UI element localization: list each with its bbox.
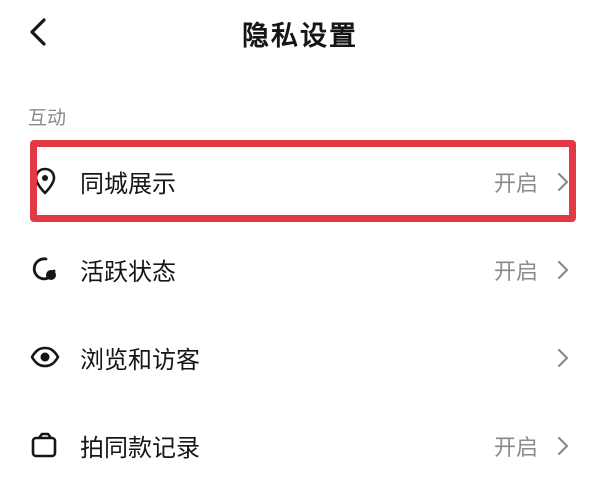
row-label: 活跃状态 <box>80 258 176 286</box>
row-browse-and-visitors[interactable]: 浏览和访客 <box>0 318 600 396</box>
row-label: 浏览和访客 <box>80 346 200 374</box>
row-active-status[interactable]: 活跃状态 开启 <box>0 230 600 308</box>
row-local-display[interactable]: 同城展示 开启 <box>0 142 600 220</box>
row-value: 开启 <box>493 436 538 461</box>
chevron-right-icon <box>557 348 569 368</box>
chevron-right-icon <box>557 260 569 280</box>
section-label-interaction: 互动 <box>28 107 67 129</box>
row-label: 同城展示 <box>80 170 176 198</box>
row-label: 拍同款记录 <box>80 434 200 462</box>
page-title: 隐私设置 <box>242 21 358 52</box>
location-pin-icon <box>34 167 56 195</box>
header: 隐私设置 <box>0 0 600 70</box>
row-value: 开启 <box>493 172 538 197</box>
chevron-right-icon <box>557 436 569 456</box>
chevron-right-icon <box>557 172 569 192</box>
row-value: 开启 <box>493 260 538 285</box>
active-status-icon <box>32 257 56 281</box>
camera-icon <box>31 432 57 458</box>
row-same-style-record[interactable]: 拍同款记录 开启 <box>0 406 600 484</box>
eye-icon <box>30 346 60 368</box>
